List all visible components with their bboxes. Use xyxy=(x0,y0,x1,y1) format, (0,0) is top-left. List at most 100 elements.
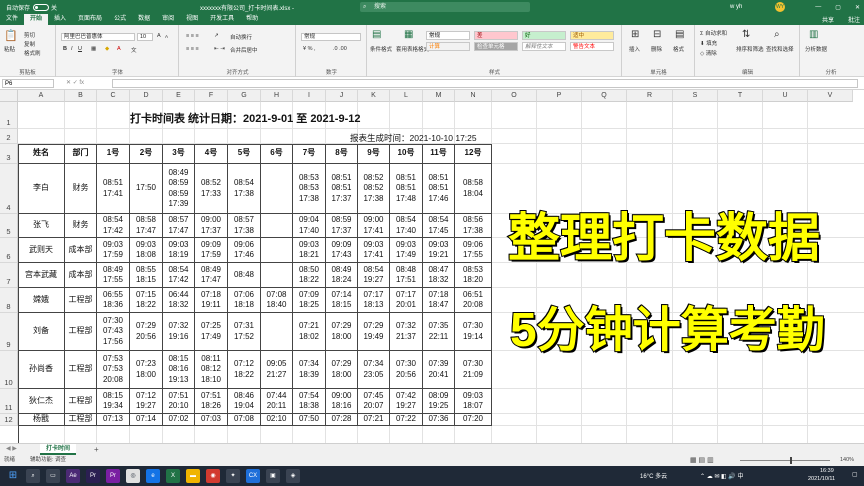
find-select-button[interactable]: 查找和选择 xyxy=(766,45,794,53)
table-format-button[interactable]: 套用表格格式 xyxy=(396,45,429,53)
punch-time-cell[interactable]: 07:29 18:00 xyxy=(326,351,358,389)
punch-time-cell[interactable]: 09:09 17:59 xyxy=(195,238,228,263)
name-box[interactable]: P6 xyxy=(2,79,54,88)
column-header[interactable]: Q xyxy=(582,90,627,102)
table-header-cell[interactable]: 7号 xyxy=(293,144,326,164)
app-icon-2[interactable]: Pr xyxy=(106,469,120,483)
punch-time-cell[interactable]: 06:55 18:36 xyxy=(97,288,130,313)
app-icon-6[interactable]: CX xyxy=(246,469,260,483)
punch-time-cell[interactable]: 08:57 17:47 xyxy=(163,214,195,238)
punch-time-cell[interactable]: 07:03 xyxy=(195,414,228,426)
punch-time-cell[interactable]: 07:14 xyxy=(130,414,163,426)
punch-time-cell[interactable]: 08:58 17:47 xyxy=(130,214,163,238)
app-icon-3[interactable]: ◎ xyxy=(126,469,140,483)
column-header[interactable]: P xyxy=(537,90,582,102)
punch-time-cell[interactable]: 07:45 20:07 xyxy=(358,389,390,414)
clear-button[interactable]: ◇ 清除 xyxy=(700,49,717,57)
punch-time-cell[interactable]: 02:10 xyxy=(261,414,293,426)
column-header[interactable]: B xyxy=(65,90,97,102)
table-header-cell[interactable]: 9号 xyxy=(358,144,390,164)
accessibility-status[interactable]: 辅助功能: 调查 xyxy=(30,455,66,466)
punch-time-cell[interactable]: 07:08 18:40 xyxy=(261,288,293,313)
close-button[interactable]: ✕ xyxy=(855,4,860,11)
style-calc[interactable]: 计算 xyxy=(426,42,470,51)
align-left-icon[interactable]: ≡ ≡ ≡ xyxy=(186,46,199,52)
table-header-cell[interactable]: 5号 xyxy=(228,144,261,164)
punch-time-cell[interactable]: 09:06 17:55 xyxy=(455,238,492,263)
premiere-icon[interactable]: Pr xyxy=(86,469,100,483)
punch-time-cell[interactable]: 08:55 18:15 xyxy=(130,263,163,288)
column-header[interactable]: K xyxy=(358,90,390,102)
column-header[interactable]: I xyxy=(293,90,326,102)
column-header[interactable]: M xyxy=(423,90,455,102)
punch-time-cell[interactable]: 07:15 18:22 xyxy=(130,288,163,313)
edge-icon[interactable]: e xyxy=(146,469,160,483)
department-cell[interactable]: 财务 xyxy=(65,164,97,214)
punch-time-cell[interactable]: 07:51 20:10 xyxy=(163,389,195,414)
shrink-font-button[interactable]: A xyxy=(165,34,168,39)
punch-time-cell[interactable]: 07:12 18:22 xyxy=(228,351,261,389)
delete-cells-icon[interactable]: ⊟ xyxy=(653,29,661,40)
punch-time-cell[interactable]: 08:54 17:40 xyxy=(390,214,423,238)
punch-time-cell[interactable]: 07:13 xyxy=(97,414,130,426)
column-header[interactable]: V xyxy=(808,90,853,102)
punch-time-cell[interactable]: 09:09 17:43 xyxy=(326,238,358,263)
copy-button[interactable]: 复制 xyxy=(24,40,35,48)
indent-icon[interactable]: ⇤ ⇥ xyxy=(214,46,225,52)
column-header[interactable]: T xyxy=(718,90,763,102)
employee-name-cell[interactable]: 刘备 xyxy=(18,313,65,351)
row-header[interactable]: 2 xyxy=(0,129,18,144)
punch-time-cell[interactable]: 08:54 17:38 xyxy=(228,164,261,214)
punch-time-cell[interactable]: 07:32 19:16 xyxy=(163,313,195,351)
punch-time-cell[interactable]: 07:39 20:41 xyxy=(423,351,455,389)
tab-page-layout[interactable]: 页面布局 xyxy=(72,14,108,25)
punch-time-cell[interactable]: 08:49 18:24 xyxy=(326,263,358,288)
conditional-format-button[interactable]: 条件格式 xyxy=(370,45,392,53)
punch-time-cell[interactable]: 07:18 19:11 xyxy=(195,288,228,313)
punch-time-cell[interactable]: 08:09 19:25 xyxy=(423,389,455,414)
insert-cells-button[interactable]: 插入 xyxy=(629,45,640,53)
phonetic-icon[interactable]: 文 xyxy=(131,46,137,54)
tab-help[interactable]: 帮助 xyxy=(240,14,264,25)
column-header[interactable]: U xyxy=(763,90,808,102)
tab-data[interactable]: 数据 xyxy=(132,14,156,25)
employee-name-cell[interactable]: 狄仁杰 xyxy=(18,389,65,414)
user-name[interactable]: w yh xyxy=(730,4,742,10)
merge-center-button[interactable]: 合并后居中 xyxy=(230,46,258,54)
punch-time-cell[interactable]: 09:03 18:08 xyxy=(130,238,163,263)
department-cell[interactable]: 工程部 xyxy=(65,313,97,351)
punch-time-cell[interactable]: 09:04 17:40 xyxy=(293,214,326,238)
minimize-button[interactable]: — xyxy=(815,4,821,10)
punch-time-cell[interactable]: 07:28 xyxy=(326,414,358,426)
column-header[interactable]: A xyxy=(18,90,65,102)
punch-time-cell[interactable]: 08:49 17:55 xyxy=(97,263,130,288)
punch-time-cell[interactable]: 08:49 08:59 08:59 17:39 xyxy=(163,164,195,214)
paste-button[interactable]: 粘贴 xyxy=(4,45,15,53)
table-header-cell[interactable]: 1号 xyxy=(97,144,130,164)
punch-time-cell[interactable]: 07:30 07:43 17:56 xyxy=(97,313,130,351)
punch-time-cell[interactable]: 06:51 20:08 xyxy=(455,288,492,313)
punch-time-cell[interactable]: 07:21 18:02 xyxy=(293,313,326,351)
fill-color-icon[interactable]: ◆ xyxy=(105,46,109,52)
style-bad[interactable]: 差 xyxy=(474,31,518,40)
column-header[interactable]: L xyxy=(390,90,423,102)
delete-cells-button[interactable]: 删除 xyxy=(651,45,662,53)
punch-time-cell[interactable] xyxy=(261,263,293,288)
punch-time-cell[interactable]: 08:15 19:34 xyxy=(97,389,130,414)
weather-widget[interactable]: 16°C 多云 xyxy=(640,471,667,480)
style-check[interactable]: 检查单元格 xyxy=(474,42,518,51)
search-taskbar-icon[interactable]: ⌕ xyxy=(26,469,40,483)
folder-icon[interactable]: ▬ xyxy=(186,469,200,483)
column-header[interactable]: E xyxy=(163,90,195,102)
align-top-icon[interactable]: ≡ ≡ ≡ xyxy=(186,33,199,39)
style-explain[interactable]: 解释性文本 xyxy=(522,42,566,51)
tab-file[interactable]: 文件 xyxy=(0,14,24,25)
comment-button[interactable]: 批注 xyxy=(848,15,860,24)
app-icon-1[interactable]: Ae xyxy=(66,469,80,483)
punch-time-cell[interactable]: 07:08 xyxy=(228,414,261,426)
row-header[interactable]: 9 xyxy=(0,313,18,351)
punch-time-cell[interactable]: 09:00 17:41 xyxy=(358,214,390,238)
sheet-nav-icon[interactable]: ◀ ▶ xyxy=(6,444,17,455)
table-header-cell[interactable]: 10号 xyxy=(390,144,423,164)
table-header-cell[interactable]: 2号 xyxy=(130,144,163,164)
